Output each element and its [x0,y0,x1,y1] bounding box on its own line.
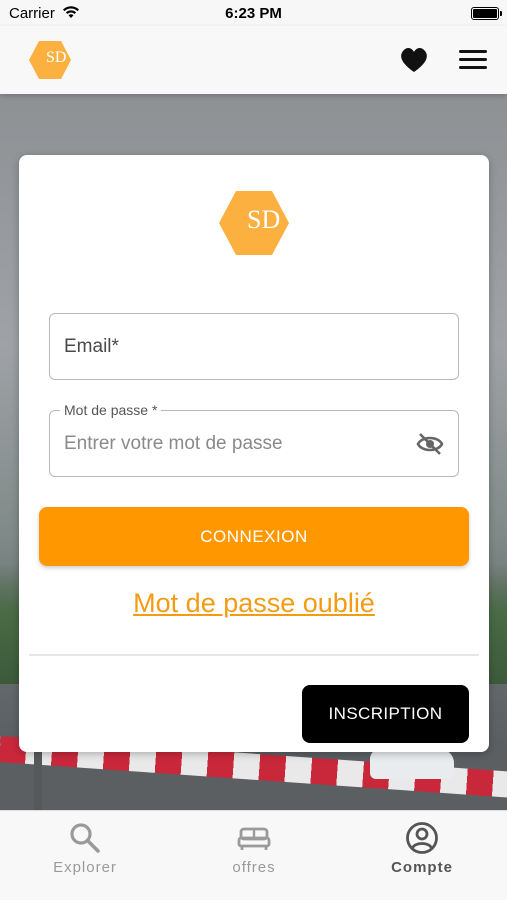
nav-offres[interactable]: offres [194,821,314,876]
password-field[interactable]: Mot de passe * [49,402,459,477]
status-bar: Carrier 6:23 PM [0,0,507,26]
bottom-nav: Explorer offres Compte [0,810,507,900]
nav-offres-label: offres [232,859,276,876]
email-input[interactable] [64,334,404,360]
search-icon [70,823,100,853]
divider [29,654,479,656]
account-icon [406,822,438,854]
bed-icon [237,827,271,850]
password-input[interactable] [64,431,404,457]
password-label: Mot de passe * [60,402,162,418]
eye-off-icon[interactable] [416,431,444,457]
nav-explorer[interactable]: Explorer [25,821,145,876]
heart-icon[interactable] [399,46,429,74]
nav-explorer-label: Explorer [53,859,117,876]
inscription-button[interactable]: INSCRIPTION [302,685,469,743]
battery-icon [471,7,499,20]
svg-text:SD: SD [247,205,280,234]
nav-compte-label: Compte [391,859,453,876]
login-card: SD Mot de passe * CONNEXION Mot de passe… [19,155,489,752]
sd-logo[interactable]: SD [28,40,72,80]
sd-logo-large: SD [219,191,289,255]
menu-icon[interactable] [459,50,487,72]
app-bar: SD [0,26,507,94]
nav-compte[interactable]: Compte [362,821,482,876]
email-field[interactable] [49,313,459,380]
connexion-button[interactable]: CONNEXION [39,507,469,566]
svg-text:SD: SD [46,49,66,66]
forgot-password-link[interactable]: Mot de passe oublié [19,588,489,619]
clock: 6:23 PM [225,5,282,22]
